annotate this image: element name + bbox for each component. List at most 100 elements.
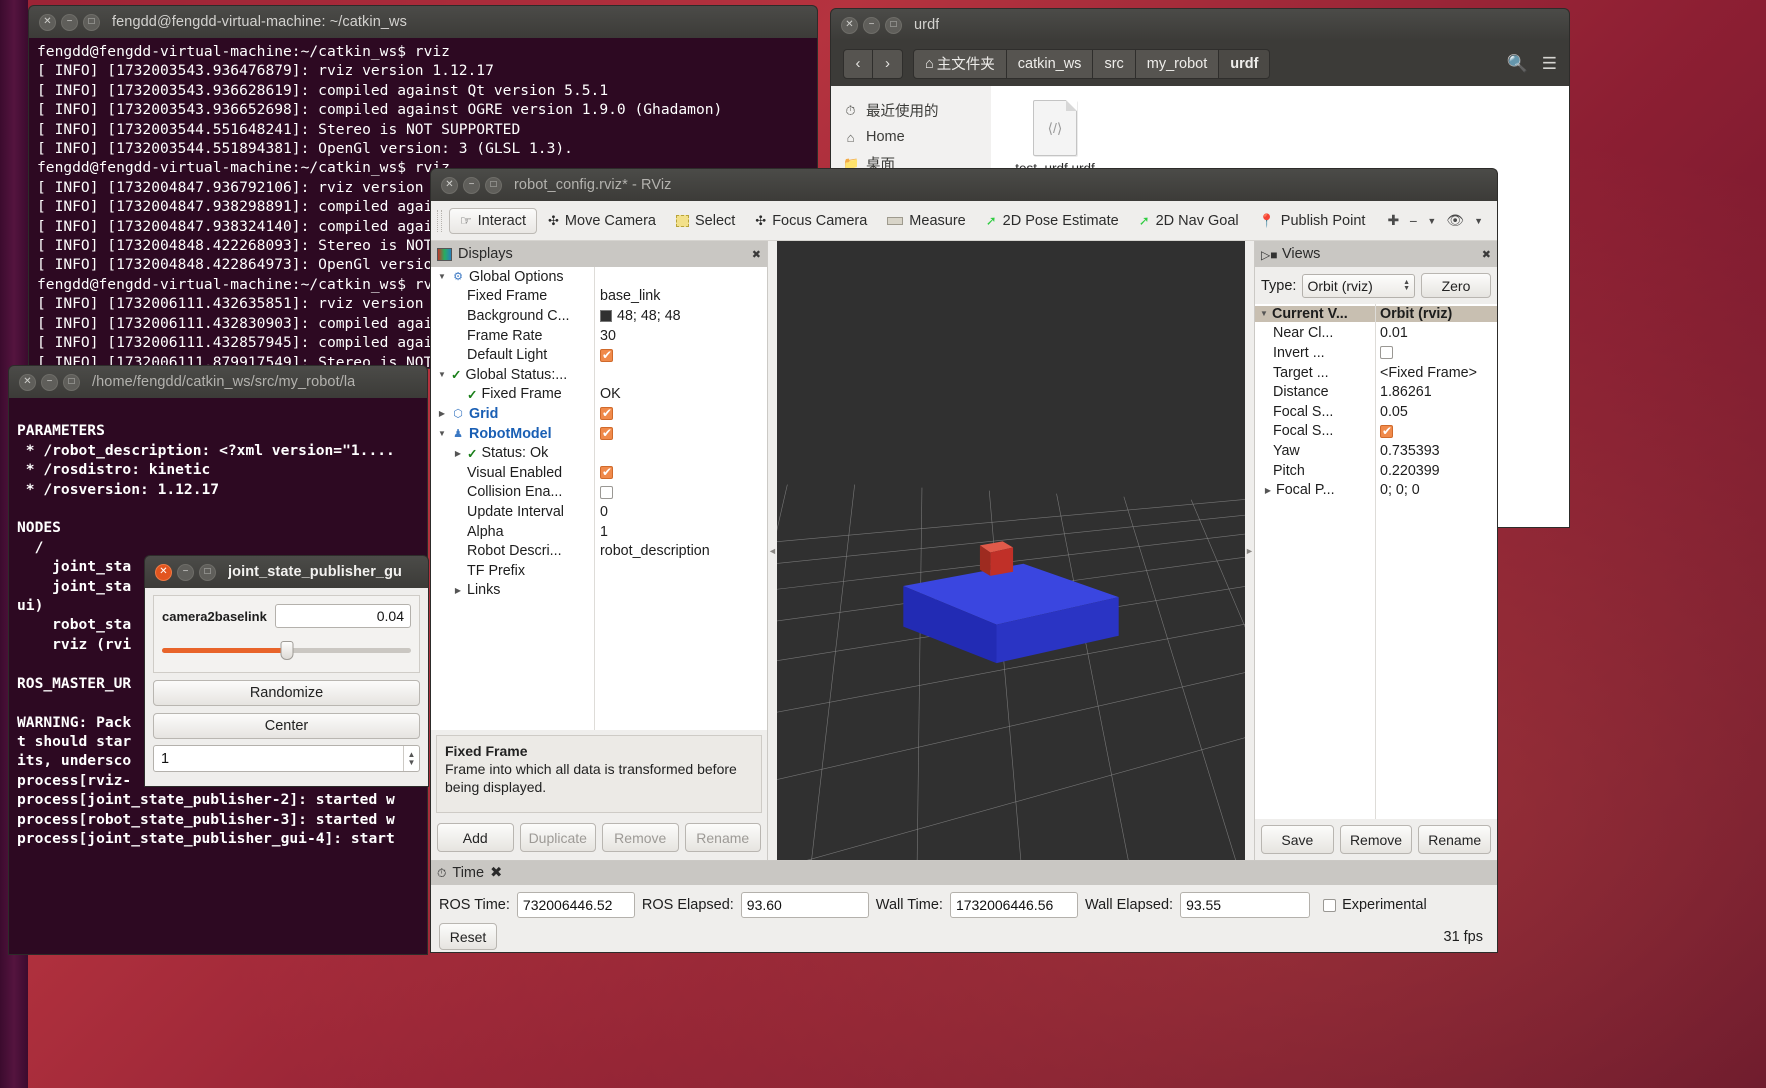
maximize-icon[interactable]: □: [63, 373, 80, 391]
chevron-down-icon[interactable]: [437, 370, 447, 379]
terminal-titlebar[interactable]: ✕ − □ fengdd@fengdd-virtual-machine: ~/c…: [28, 5, 818, 38]
breadcrumb-home[interactable]: ⌂ 主文件夹: [913, 48, 1007, 79]
displays-tree-row[interactable]: ⚙ Global Options: [431, 267, 767, 287]
spin-arrows-icon[interactable]: ▲ ▼: [403, 746, 419, 771]
3d-viewport[interactable]: [777, 241, 1245, 860]
row-checkbox[interactable]: [600, 426, 613, 441]
close-icon[interactable]: ✖: [752, 248, 761, 261]
displays-tree-row[interactable]: Update Interval 0: [431, 502, 767, 522]
maximize-icon[interactable]: □: [199, 563, 216, 581]
displays-tree-row[interactable]: Links: [431, 581, 767, 601]
tree-row-value-cell[interactable]: 1: [594, 524, 767, 540]
hamburger-icon[interactable]: ☰: [1542, 54, 1557, 74]
wall-time-input[interactable]: 1732006446.56: [949, 892, 1078, 918]
tree-row-value-cell[interactable]: 0: [594, 504, 767, 520]
tool-select[interactable]: Select: [667, 208, 744, 234]
row-checkbox[interactable]: [600, 406, 613, 421]
joint-state-publisher-window[interactable]: ✕ − □ joint_state_publisher_gu camera2ba…: [144, 555, 429, 787]
breadcrumb-src[interactable]: src: [1093, 48, 1136, 79]
close-icon[interactable]: ✕: [155, 563, 172, 581]
chevron-right-icon[interactable]: [1263, 486, 1273, 495]
tool-interact[interactable]: ☞ Interact: [449, 207, 538, 234]
column-separator[interactable]: [594, 267, 595, 730]
maximize-icon[interactable]: □: [83, 13, 100, 31]
displays-tree-row[interactable]: Collision Ena...: [431, 483, 767, 503]
joint-value-input[interactable]: 0.04: [274, 604, 411, 628]
minimize-icon[interactable]: −: [177, 563, 194, 581]
minimize-icon[interactable]: −: [61, 13, 78, 31]
toolbar-right-icons[interactable]: 🔍 ☰: [1507, 54, 1557, 74]
tree-row-value-cell[interactable]: [594, 426, 767, 441]
row-checkbox[interactable]: [1380, 424, 1393, 438]
plus-icon[interactable]: ✚: [1387, 212, 1399, 229]
close-icon[interactable]: ✕: [19, 373, 36, 391]
views-row-value-cell[interactable]: 0; 0; 0: [1375, 482, 1497, 498]
close-icon[interactable]: ✕: [441, 176, 458, 194]
chevron-right-icon[interactable]: [437, 409, 447, 418]
chevron-updown-icon[interactable]: ▲ ▼: [1403, 279, 1410, 292]
save-button[interactable]: Save: [1261, 825, 1334, 854]
views-row-value-cell[interactable]: 0.05: [1375, 404, 1497, 420]
right-splitter[interactable]: ►: [1245, 241, 1254, 860]
remove-button[interactable]: Remove: [602, 823, 679, 852]
add-button[interactable]: Add: [437, 823, 514, 852]
views-row-value-cell[interactable]: 0.01: [1375, 325, 1497, 341]
views-tree-row[interactable]: Focal P... 0; 0; 0: [1255, 480, 1497, 500]
remove-button[interactable]: Remove: [1339, 825, 1413, 854]
forward-icon[interactable]: ›: [873, 48, 903, 79]
tree-row-value-cell[interactable]: robot_description: [594, 543, 767, 559]
chevron-right-icon[interactable]: [453, 449, 463, 458]
close-icon[interactable]: ✕: [39, 13, 56, 31]
breadcrumb-urdf[interactable]: urdf: [1219, 48, 1271, 79]
spin-input[interactable]: 1 ▲ ▼: [153, 745, 420, 772]
displays-tree-row[interactable]: Fixed Frame base_link: [431, 287, 767, 307]
views-current-row[interactable]: Current V... Orbit (rviz): [1255, 304, 1497, 324]
rviz-window[interactable]: ✕ − □ robot_config.rviz* - RViz ☞ Intera…: [430, 168, 1498, 953]
views-tree-row[interactable]: Focal S...: [1255, 422, 1497, 442]
tree-row-value-cell[interactable]: [594, 465, 767, 480]
tree-row-value-cell[interactable]: [594, 348, 767, 362]
jsp-titlebar[interactable]: ✕ − □ joint_state_publisher_gu: [144, 555, 429, 588]
wall-elapsed-input[interactable]: 93.55: [1180, 892, 1311, 918]
joint-slider[interactable]: [162, 638, 411, 662]
sidebar-item-home[interactable]: ⌂ Home: [831, 125, 991, 149]
close-icon[interactable]: ✕: [841, 16, 858, 34]
toolbar-overflow[interactable]: ✚ − ▼ 👁 ▼: [1387, 212, 1491, 229]
minimize-icon[interactable]: −: [41, 373, 58, 391]
tool-2d-pose-estimate[interactable]: ➚ 2D Pose Estimate: [977, 208, 1128, 234]
minus-icon[interactable]: −: [1409, 213, 1417, 229]
randomize-button[interactable]: Randomize: [153, 680, 420, 706]
row-checkbox[interactable]: [600, 485, 613, 499]
ros-elapsed-input[interactable]: 93.60: [740, 892, 869, 918]
views-tree-row[interactable]: Near Cl... 0.01: [1255, 324, 1497, 344]
window-controls[interactable]: ✕ − □: [39, 13, 100, 31]
view-type-select[interactable]: Orbit (rviz) ▲ ▼: [1302, 273, 1415, 298]
close-icon[interactable]: ✖: [1482, 248, 1491, 261]
chevron-down-icon[interactable]: ▼: [1474, 216, 1483, 226]
displays-tree-row[interactable]: ✓Status: Ok: [431, 443, 767, 463]
views-tree-row[interactable]: Focal S... 0.05: [1255, 402, 1497, 422]
slider-handle[interactable]: [280, 641, 293, 660]
views-tree-row[interactable]: Invert ...: [1255, 343, 1497, 363]
displays-tree-row[interactable]: ⬡ Grid: [431, 404, 767, 424]
views-row-value-cell[interactable]: 0.735393: [1375, 443, 1497, 459]
breadcrumb[interactable]: ⌂ 主文件夹 catkin_ws src my_robot urdf: [913, 48, 1271, 79]
tree-row-value-cell[interactable]: [594, 485, 767, 499]
views-row-value-cell[interactable]: <Fixed Frame>: [1375, 365, 1497, 381]
views-tree-row[interactable]: Pitch 0.220399: [1255, 461, 1497, 481]
back-icon[interactable]: ‹: [843, 48, 873, 79]
center-button[interactable]: Center: [153, 713, 420, 739]
views-row-value-cell[interactable]: 1.86261: [1375, 384, 1497, 400]
maximize-icon[interactable]: □: [885, 16, 902, 34]
ros-time-input[interactable]: 732006446.52: [516, 892, 635, 918]
displays-tree-row[interactable]: Robot Descri... robot_description: [431, 541, 767, 561]
displays-tree-row[interactable]: Alpha 1: [431, 522, 767, 542]
left-splitter[interactable]: ◄: [768, 241, 777, 860]
displays-tree-row[interactable]: Default Light: [431, 345, 767, 365]
tool-focus-camera[interactable]: ✣ Focus Camera: [746, 208, 876, 234]
rviz-titlebar[interactable]: ✕ − □ robot_config.rviz* - RViz: [430, 168, 1498, 201]
tool-publish-point[interactable]: 📍 Publish Point: [1250, 208, 1375, 234]
search-icon[interactable]: 🔍: [1507, 54, 1528, 74]
chevron-down-icon[interactable]: [437, 272, 447, 281]
tool-2d-nav-goal[interactable]: ➚ 2D Nav Goal: [1130, 208, 1248, 234]
